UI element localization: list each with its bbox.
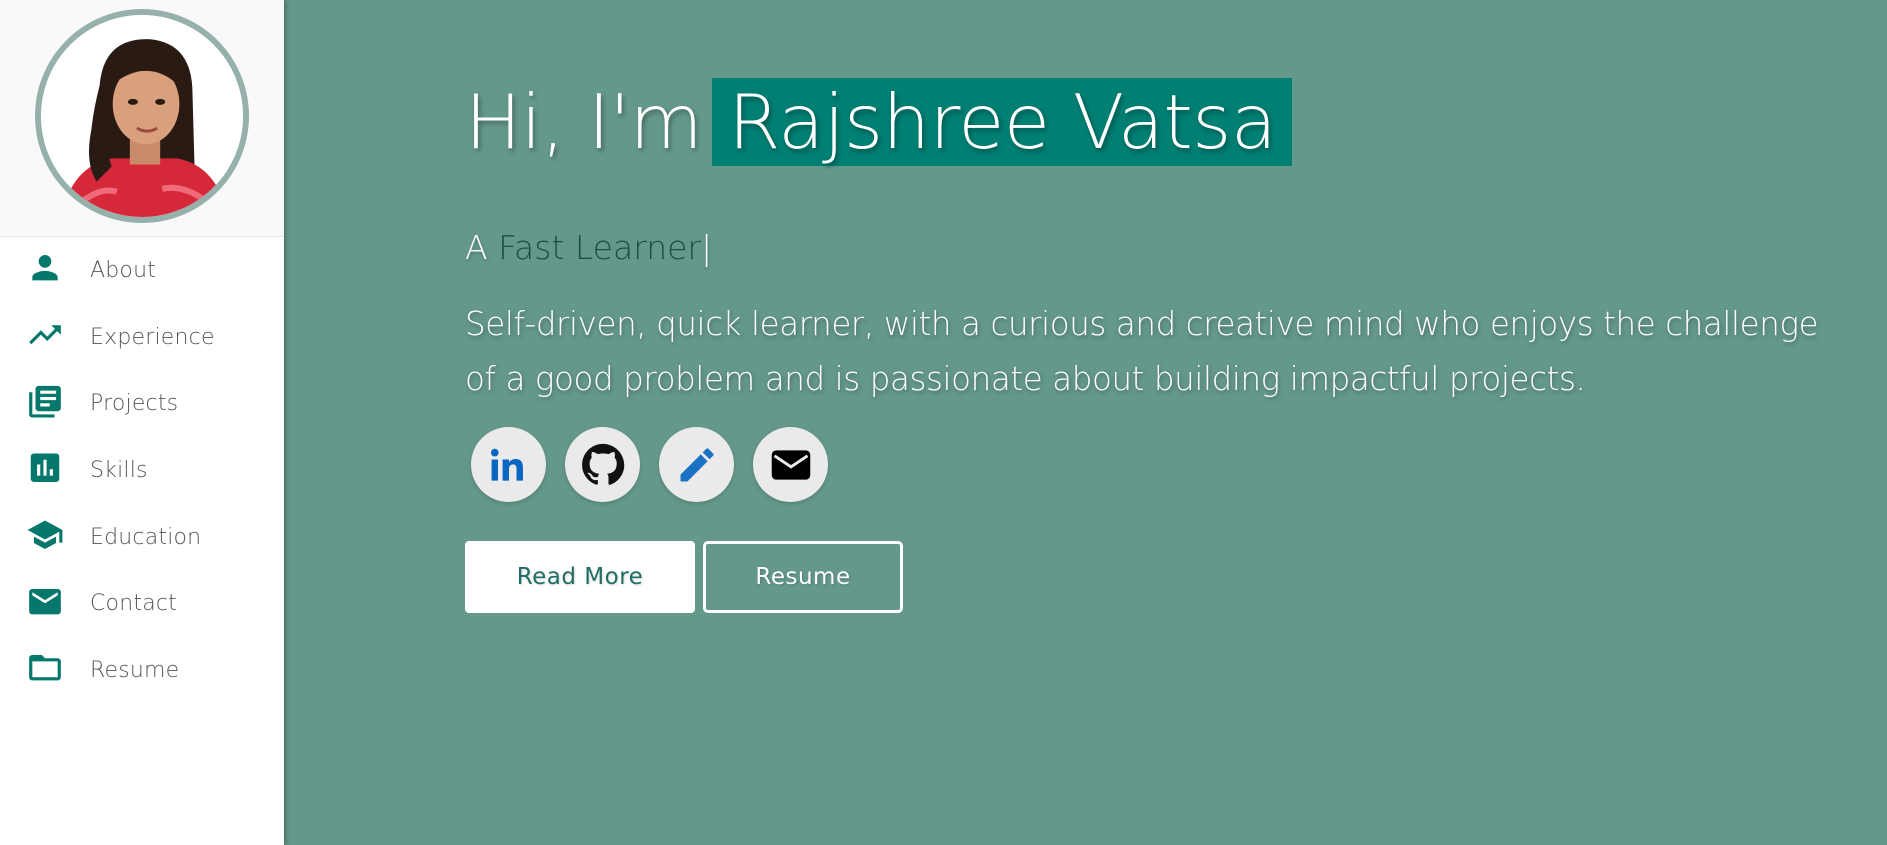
- sidebar-item-label: Projects: [90, 391, 179, 417]
- hero-name: Rajshree Vatsa: [712, 78, 1293, 166]
- hero-bio: Self-driven, quick learner, with a curio…: [465, 305, 1819, 398]
- read-more-button[interactable]: Read More: [465, 541, 695, 613]
- github-icon: [581, 443, 624, 485]
- sidebar-item-resume[interactable]: Resume: [0, 637, 284, 704]
- hero-section: Hi, I'm Rajshree Vatsa A Fast Learner| Se…: [284, 0, 1887, 845]
- sidebar-item-label: Experience: [90, 324, 215, 350]
- profile-photo: [41, 15, 243, 217]
- sidebar-item-label: Education: [90, 524, 202, 550]
- sidebar-item-skills[interactable]: Skills: [0, 437, 284, 504]
- tagline-prefix: A: [465, 228, 488, 267]
- sidebar: About Experience Projects Skills Educati…: [0, 0, 284, 845]
- folder-icon: [26, 649, 64, 687]
- linkedin-icon: [490, 448, 523, 481]
- mail-icon: [26, 583, 64, 621]
- sidebar-nav: About Experience Projects Skills Educati…: [0, 237, 284, 704]
- sidebar-item-label: Resume: [90, 657, 180, 683]
- sidebar-item-contact[interactable]: Contact: [0, 570, 284, 637]
- pencil-icon: [680, 447, 713, 481]
- resume-button[interactable]: Resume: [703, 541, 903, 613]
- sidebar-item-experience[interactable]: Experience: [0, 304, 284, 371]
- typing-cursor: |: [700, 228, 713, 267]
- envelope-icon: [771, 449, 810, 480]
- avatar-panel: [0, 0, 284, 237]
- blog-link[interactable]: [659, 427, 734, 502]
- hero-tagline: A Fast Learner|: [465, 228, 712, 267]
- library-books-icon: [26, 382, 64, 420]
- sidebar-item-label: Skills: [90, 457, 148, 483]
- trending-up-icon: [26, 316, 64, 354]
- tagline-typed-text: Fast Learner: [498, 228, 701, 267]
- bar-chart-icon: [26, 449, 64, 487]
- sidebar-item-about[interactable]: About: [0, 237, 284, 304]
- hero-greeting: Hi, I'm: [465, 78, 703, 166]
- graduation-cap-icon: [26, 516, 64, 554]
- avatar: [35, 9, 249, 223]
- hero-title: Hi, I'm Rajshree Vatsa: [465, 74, 1293, 172]
- sidebar-item-label: Contact: [90, 591, 177, 617]
- social-links: [471, 427, 828, 502]
- sidebar-item-education[interactable]: Education: [0, 504, 284, 571]
- person-icon: [26, 249, 64, 287]
- sidebar-item-label: About: [90, 257, 157, 283]
- portfolio-page: About Experience Projects Skills Educati…: [0, 0, 1887, 845]
- email-link[interactable]: [753, 427, 828, 502]
- linkedin-link[interactable]: [471, 427, 546, 502]
- github-link[interactable]: [565, 427, 640, 502]
- sidebar-item-projects[interactable]: Projects: [0, 370, 284, 437]
